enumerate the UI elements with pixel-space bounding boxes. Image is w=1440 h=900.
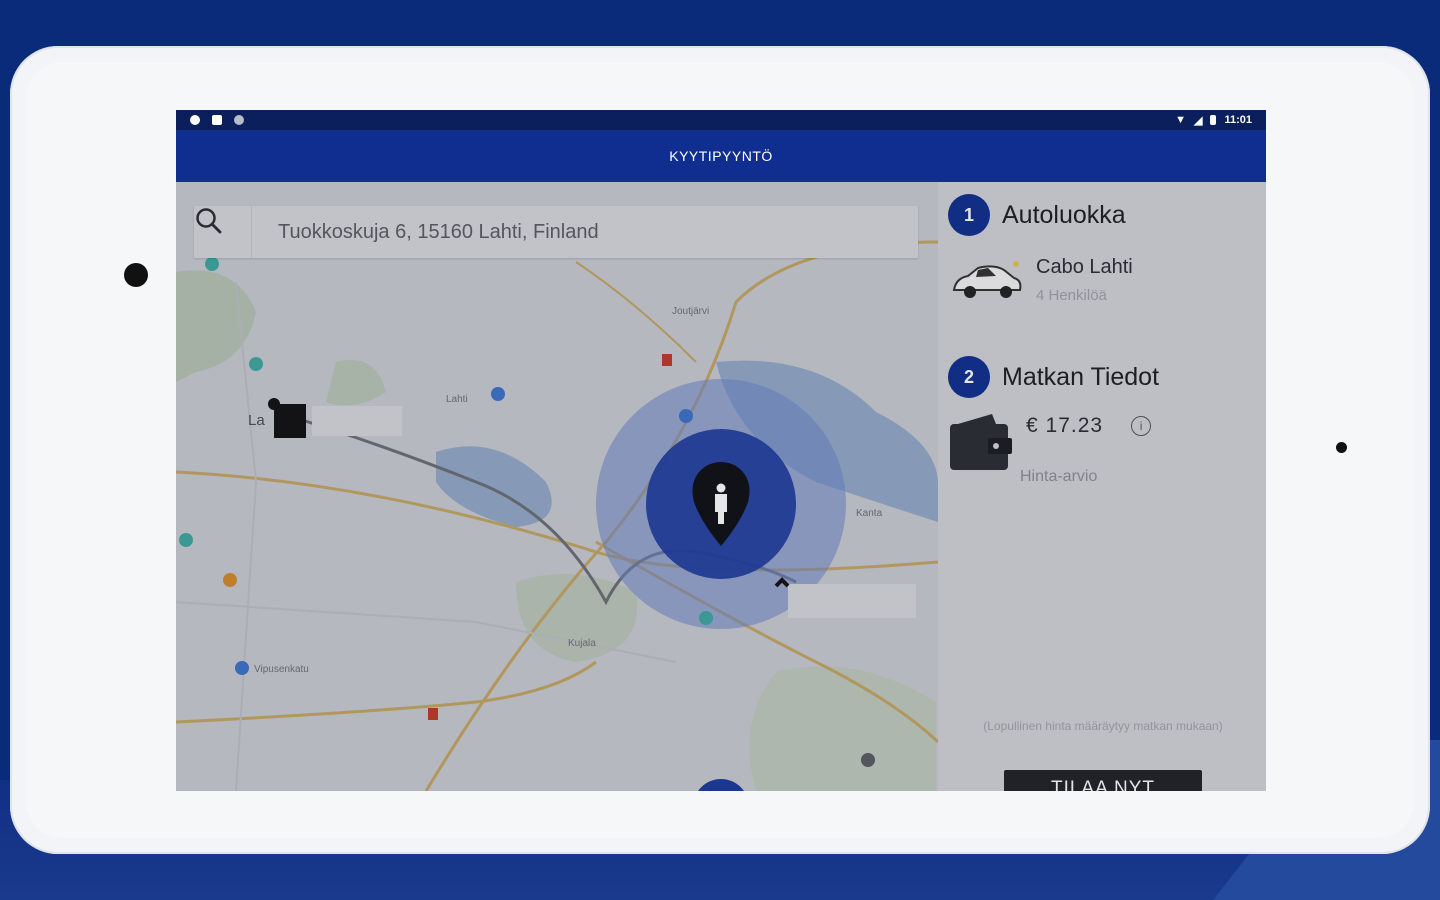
person-head: [716, 483, 726, 493]
poi-pin: [491, 387, 505, 401]
price-value: € 17.23: [1026, 414, 1104, 437]
search-bar: [194, 206, 918, 258]
poi-marker: [662, 354, 672, 366]
search-icon: [196, 208, 222, 234]
wallet-icon: [950, 414, 1012, 470]
price-estimate: € 17.23 i: [948, 410, 1152, 476]
map-label: Joutjärvi: [672, 306, 710, 317]
park-area: [749, 666, 936, 791]
address-search-input[interactable]: [252, 206, 918, 258]
main-content: Joutjärvi Lahti Kanta Kujala Vipusenkatu…: [176, 182, 1266, 791]
poi-pin: [235, 661, 249, 675]
step-number-badge: 2: [948, 356, 990, 398]
camera-dot: [124, 263, 148, 287]
sd-card-icon: [212, 115, 222, 125]
step-trip-details: 2 Matkan Tiedot: [948, 356, 1159, 398]
info-icon[interactable]: i: [1131, 416, 1152, 436]
step-car-class: 1 Autoluokka: [948, 194, 1126, 236]
order-now-button[interactable]: TILAA NYT: [1004, 770, 1202, 791]
map-canvas: [176, 240, 938, 791]
map-label: La: [248, 412, 265, 429]
app-bar: KYYTIPYYNTÖ: [176, 130, 1266, 182]
step-title: Matkan Tiedot: [1002, 362, 1160, 391]
sync-icon: [234, 115, 244, 125]
wifi-icon: ▼: [1175, 114, 1186, 126]
car-capacity: 4 Henkilöä: [1036, 287, 1107, 304]
poi-pin: [205, 257, 219, 271]
poi-pin: [679, 409, 693, 423]
poi-pin: [861, 753, 875, 767]
park-area: [326, 360, 386, 406]
locate-button[interactable]: [693, 779, 749, 791]
app-screen: ▼ ◢ 11:01 KYYTIPYYNTÖ Joutjärvi Lahti Ka…: [176, 110, 1266, 791]
price-label: Hinta-arvio: [1020, 468, 1098, 485]
poi-pin: [699, 611, 713, 625]
map-label: Lahti: [446, 394, 468, 405]
poi-pin: [179, 533, 193, 547]
map-label: Kanta: [856, 508, 883, 519]
status-time: 11:01: [1224, 114, 1252, 126]
car-option[interactable]: Cabo Lahti 4 Henkilöä: [948, 256, 1133, 306]
start-dot: [268, 398, 280, 410]
sensor-dot: [1336, 442, 1347, 453]
signal-icon: ◢: [1194, 114, 1203, 127]
destination-callout: [788, 584, 916, 618]
poi-pin: [223, 573, 237, 587]
battery-icon: [1210, 115, 1217, 125]
map-label: Vipusenkatu: [254, 664, 309, 675]
page-title: KYYTIPYYNTÖ: [669, 148, 773, 164]
car-icon: [952, 261, 1022, 298]
search-button[interactable]: [194, 206, 252, 258]
start-marker[interactable]: [274, 404, 306, 438]
settings-icon: [190, 115, 200, 125]
start-callout: [312, 406, 402, 436]
poi-marker: [428, 708, 438, 720]
step-number-badge: 1: [948, 194, 990, 236]
map-view[interactable]: Joutjärvi Lahti Kanta Kujala Vipusenkatu…: [176, 182, 938, 791]
booking-panel: 1 Autoluokka Cabo Lahti 4 Henkilöä 2 Mat…: [938, 182, 1266, 791]
poi-pin: [249, 357, 263, 371]
status-bar: ▼ ◢ 11:01: [176, 110, 1266, 130]
map-label: Kujala: [568, 638, 596, 649]
step-title: Autoluokka: [1002, 200, 1126, 229]
price-note: (Lopullinen hinta määräytyy matkan mukaa…: [983, 719, 1223, 733]
car-class-name: Cabo Lahti: [1036, 256, 1133, 278]
